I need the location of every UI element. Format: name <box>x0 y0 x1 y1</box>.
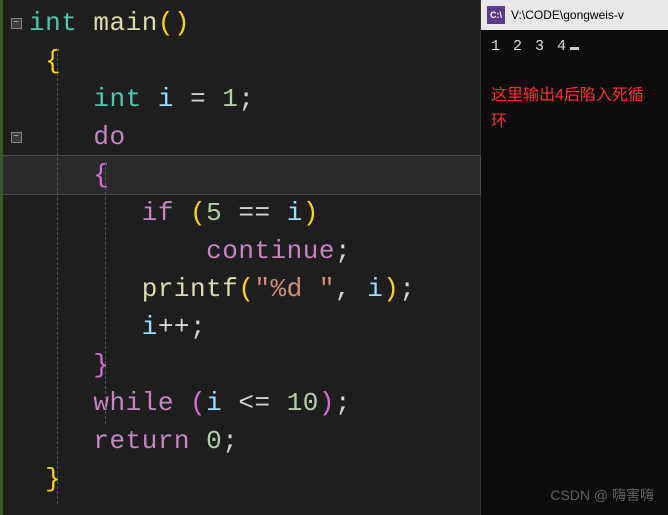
fold-minus-icon[interactable]: − <box>11 18 22 29</box>
code-editor[interactable]: − int main() { int i = 1; − do { if (5 =… <box>0 0 480 515</box>
indent-guide <box>57 48 58 504</box>
code-line[interactable]: } <box>3 460 480 498</box>
code-line-active[interactable]: { <box>3 156 480 194</box>
console-title: V:\CODE\gongweis-v <box>511 8 624 22</box>
console-icon: C:\ <box>487 6 505 24</box>
code-line[interactable]: i++; <box>3 308 480 346</box>
console-body[interactable]: 1 2 3 4 这里输出4后陷入死循环 <box>481 30 668 142</box>
code-line[interactable]: { <box>3 42 480 80</box>
code-line[interactable]: while (i <= 10); <box>3 384 480 422</box>
code-line[interactable]: − int main() <box>3 4 480 42</box>
cursor-icon <box>570 47 579 50</box>
indent-guide <box>105 162 106 424</box>
annotation-text: 这里输出4后陷入死循环 <box>491 83 658 134</box>
code-line[interactable]: int i = 1; <box>3 80 480 118</box>
code-line[interactable]: continue; <box>3 232 480 270</box>
code-line[interactable]: − do <box>3 118 480 156</box>
fold-minus-icon[interactable]: − <box>11 132 22 143</box>
console-panel: C:\ V:\CODE\gongweis-v 1 2 3 4 这里输出4后陷入死… <box>480 0 668 515</box>
code-line[interactable]: } <box>3 346 480 384</box>
code-line[interactable]: printf("%d ", i); <box>3 270 480 308</box>
code-line[interactable]: return 0; <box>3 422 480 460</box>
console-titlebar[interactable]: C:\ V:\CODE\gongweis-v <box>481 0 668 30</box>
code-line[interactable]: if (5 == i) <box>3 194 480 232</box>
console-output: 1 2 3 4 <box>491 38 568 55</box>
watermark: CSDN @ 嗨害嗨 <box>550 485 654 505</box>
